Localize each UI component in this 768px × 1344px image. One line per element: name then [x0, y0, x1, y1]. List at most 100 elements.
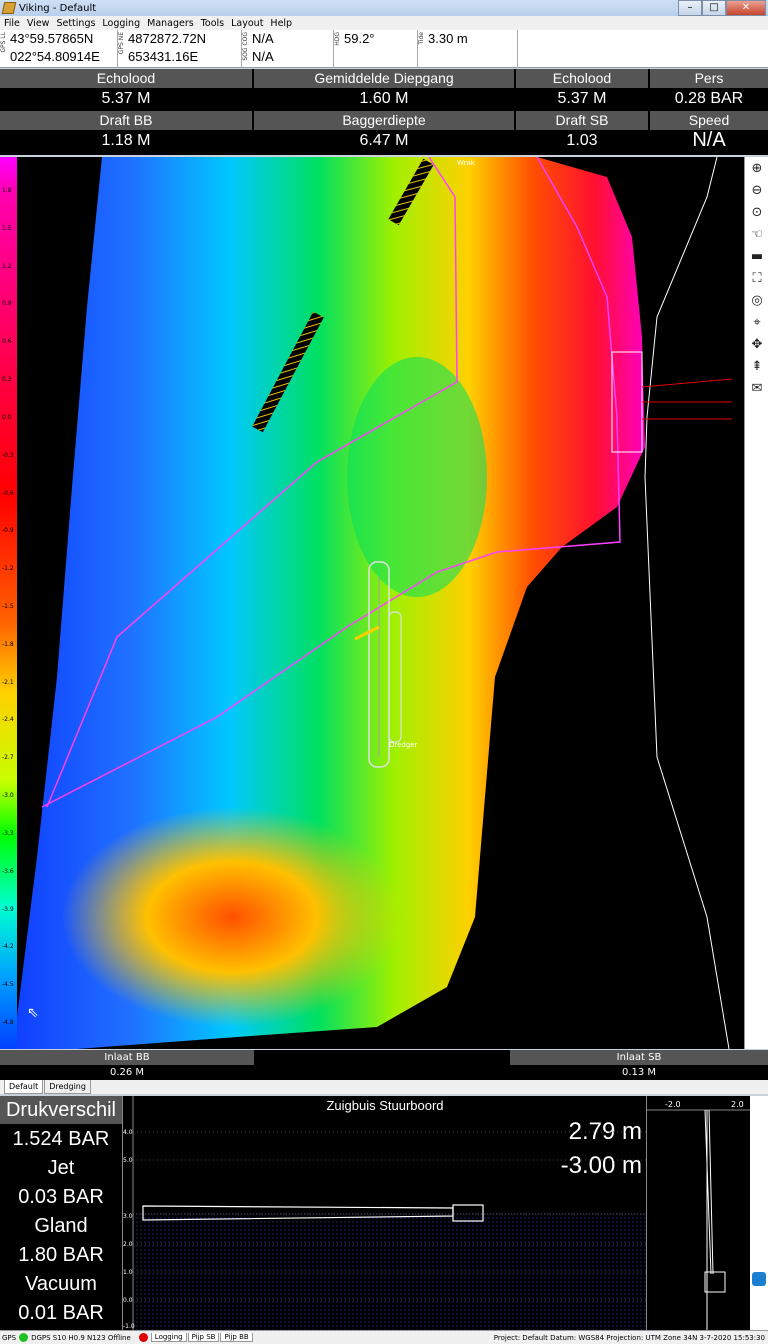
- legend-label: -1.8: [2, 640, 14, 648]
- side-profile-graph: -2.0 2.0: [646, 1096, 751, 1330]
- tide-cell: Tide 3.30 m: [418, 30, 518, 68]
- panel-label: Draft SB: [516, 111, 648, 130]
- gps-ne-cell: GPS NE 4872872.72N 653431.16E: [118, 30, 242, 68]
- panel-echolood-sb: Echolood 5.37 M: [516, 69, 648, 109]
- green-zone: [347, 357, 487, 597]
- status-gps-text: DGPS S10 H0.9 N123 Offline: [31, 1333, 131, 1342]
- graph-ytick: 4.0: [123, 1129, 133, 1136]
- status-tab-logging[interactable]: Logging: [150, 1333, 187, 1342]
- view-tabs: Default Dredging: [0, 1080, 768, 1094]
- select-icon[interactable]: ⛶: [746, 269, 768, 289]
- maximize-button[interactable]: □: [702, 0, 726, 16]
- readout-label-gland: Gland: [34, 1215, 88, 1237]
- gps-north: 4872872.72N: [128, 31, 207, 46]
- menu-file[interactable]: File: [4, 18, 20, 29]
- status-info: Project: Default Datum: WGS84 Projection…: [493, 1333, 765, 1342]
- side-panel-handle[interactable]: [750, 1096, 768, 1330]
- tab-dredging[interactable]: Dredging: [44, 1080, 91, 1094]
- tide-label: Tide: [418, 32, 425, 45]
- menu-logging[interactable]: Logging: [102, 18, 140, 29]
- panel-label: Gemiddelde Diepgang: [254, 69, 514, 88]
- bathymetry-map[interactable]: Wrak Dredger ⇖: [17, 157, 744, 1049]
- graph-ytick: 1.0: [123, 1269, 133, 1276]
- legend-label: 1.2: [2, 262, 12, 270]
- crosshair-icon[interactable]: ⌖: [746, 313, 768, 333]
- panel-value: 5.37 M: [101, 90, 151, 107]
- north-icon[interactable]: ⇞: [746, 357, 768, 377]
- ship-label: Dredger: [389, 741, 418, 749]
- panel-speed: Speed N/A: [650, 111, 768, 151]
- north-arrow-icon: ⇖: [27, 1005, 39, 1021]
- sog-cog-cell: SOG COG N/A N/A: [242, 30, 334, 68]
- cog-value: N/A: [252, 49, 274, 64]
- expand-icon[interactable]: [752, 1272, 766, 1286]
- panel-gemiddelde-diepgang: Gemiddelde Diepgang 1.60 M: [254, 69, 514, 109]
- legend-label: -3.3: [2, 829, 14, 837]
- legend-label: 1.5: [2, 224, 12, 232]
- readout-value-vacuum: 0.01 BAR: [18, 1302, 104, 1324]
- legend-label: -0.9: [2, 527, 14, 535]
- gps-lat: 43°59.57865N: [10, 31, 94, 46]
- panel-label: Pers: [650, 69, 768, 88]
- target-icon[interactable]: ◎: [746, 291, 768, 311]
- legend-label: -2.4: [2, 716, 14, 724]
- status-tab-pijp-bb[interactable]: Pijp BB: [220, 1333, 253, 1342]
- gps-bar: GPS LL 43°59.57865N 022°54.80914E GPS NE…: [0, 30, 768, 68]
- graph-ytick: 2.0: [123, 1241, 133, 1248]
- pan-icon[interactable]: ☜: [746, 225, 768, 245]
- panel-value: 0.28 BAR: [674, 90, 744, 107]
- shoal-area: [62, 807, 402, 1027]
- window-title: Viking - Default: [19, 2, 97, 14]
- inlet-bb-label: Inlaat BB: [0, 1050, 254, 1065]
- graph-ytick: 0.0: [123, 1297, 133, 1304]
- panel-draft-sb: Draft SB 1.03: [516, 111, 648, 151]
- status-gps-label: GPS: [2, 1333, 17, 1342]
- panel-value: 6.47 M: [359, 132, 409, 149]
- menu-tools[interactable]: Tools: [201, 18, 224, 29]
- legend-label: -3.6: [2, 867, 14, 875]
- gps-ll-label: GPS LL: [0, 32, 7, 53]
- graph-ytick: 3.0: [123, 1213, 133, 1220]
- readout-value-drukverschil: 1.524 BAR: [12, 1128, 110, 1150]
- inlet-sb-label: Inlaat SB: [510, 1050, 768, 1065]
- menu-layout[interactable]: Layout: [231, 18, 263, 29]
- status-tab-pijp-sb[interactable]: Pijp SB: [187, 1333, 220, 1342]
- legend-label: -3.0: [2, 792, 14, 800]
- move-icon[interactable]: ✥: [746, 335, 768, 355]
- panel-label: Speed: [650, 111, 768, 130]
- zoom-in-icon[interactable]: ⊕: [746, 159, 768, 179]
- menu-managers[interactable]: Managers: [147, 18, 194, 29]
- gps-lon: 022°54.80914E: [10, 49, 100, 64]
- sog-value: N/A: [252, 31, 274, 46]
- legend-label: -1.5: [2, 603, 14, 610]
- status-bar: GPS DGPS S10 H0.9 N123 Offline Logging P…: [0, 1330, 768, 1344]
- legend-label: 0.0: [2, 413, 12, 421]
- readout-value-gland: 1.80 BAR: [18, 1244, 104, 1266]
- graph-ytick: -1.0: [123, 1323, 135, 1330]
- legend-label: -3.9: [2, 905, 14, 913]
- menu-settings[interactable]: Settings: [56, 18, 95, 29]
- side-profile-canvas: -2.0 2.0: [647, 1100, 751, 1330]
- panel-baggerdiepte: Baggerdiepte 6.47 M: [254, 111, 514, 151]
- readout-label-vacuum: Vacuum: [25, 1273, 97, 1295]
- tab-default[interactable]: Default: [4, 1080, 44, 1094]
- minimize-button[interactable]: –: [678, 0, 702, 16]
- panel-value: 1.18 M: [101, 132, 151, 149]
- menu-bar: File View Settings Logging Managers Tool…: [0, 16, 768, 30]
- app-icon: [1, 2, 17, 14]
- panel-draft-bb: Draft BB 1.18 M: [0, 111, 252, 151]
- ruler-icon[interactable]: ▬: [746, 247, 768, 267]
- record-status-icon[interactable]: [138, 1333, 148, 1342]
- hdg-cell: HDG 59.2°: [334, 30, 418, 68]
- map-canvas[interactable]: Wrak Dredger ⇖: [17, 157, 744, 1049]
- close-button[interactable]: ✕: [726, 0, 766, 16]
- gps-ne-label: GPS NE: [118, 32, 125, 55]
- menu-help[interactable]: Help: [270, 18, 292, 29]
- zoom-fit-icon[interactable]: ⊙: [746, 203, 768, 223]
- side-label-right: 2.0: [731, 1100, 744, 1109]
- inlet-spacer: [254, 1050, 510, 1080]
- menu-view[interactable]: View: [27, 18, 50, 29]
- value-panels: Echolood 5.37 M Gemiddelde Diepgang 1.60…: [0, 69, 768, 155]
- message-icon[interactable]: ✉: [746, 379, 768, 399]
- zoom-out-icon[interactable]: ⊖: [746, 181, 768, 201]
